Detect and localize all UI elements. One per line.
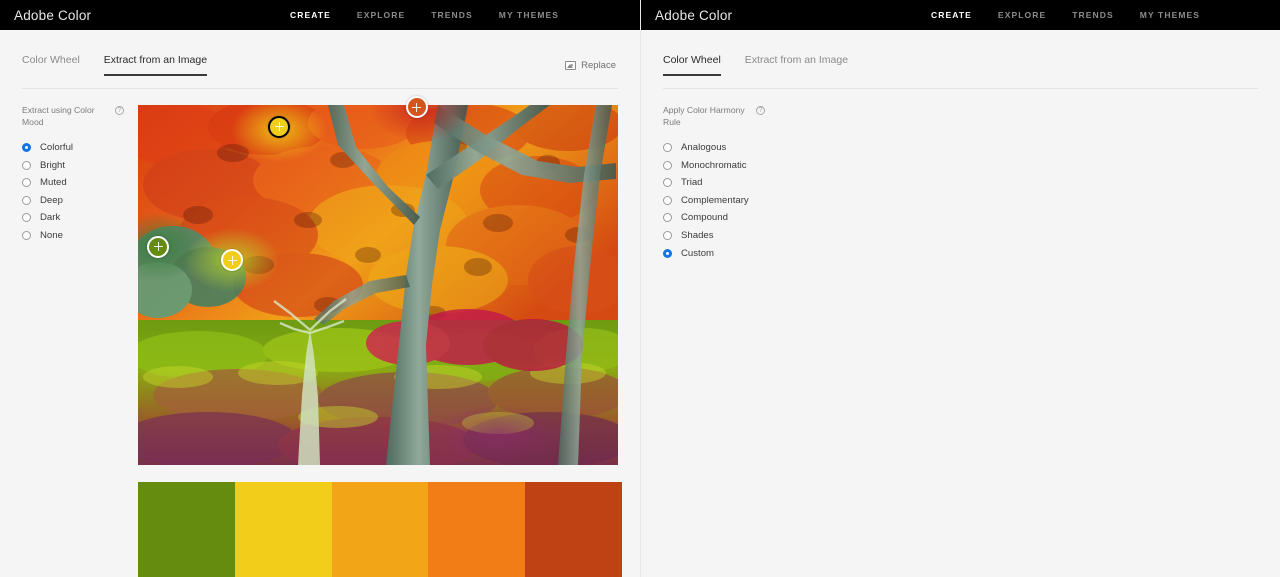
left-tabs-divider	[22, 88, 618, 89]
left-tabs-row: Color Wheel Extract from an Image	[0, 54, 640, 89]
rule-option-custom[interactable]: Custom	[663, 248, 783, 259]
radio-icon-monochromatic	[663, 160, 672, 170]
mood-label-bright: Bright	[40, 159, 66, 171]
rule-option-compound[interactable]: Compound	[663, 212, 783, 223]
left-palette-strip	[138, 482, 622, 577]
left-swatch-3[interactable]	[331, 482, 429, 577]
mood-label-deep: Deep	[40, 194, 63, 206]
photo-marker-4[interactable]	[221, 249, 244, 272]
mood-label-none: None	[40, 229, 63, 241]
rule-label-complementary: Complementary	[681, 194, 749, 206]
right-pane: Adobe Color CREATE EXPLORE TRENDS MY THE…	[640, 0, 1280, 577]
rule-option-monochromatic[interactable]: Monochromatic	[663, 160, 783, 171]
radio-icon-analogous	[663, 143, 672, 152]
right-tabs-divider	[663, 88, 1258, 89]
left-swatch-2[interactable]	[234, 482, 332, 577]
left-pane: Adobe Color CREATE EXPLORE TRENDS MY THE…	[0, 0, 640, 577]
mood-label-colorful: Colorful	[40, 142, 74, 153]
rule-option-shades[interactable]: Shades	[663, 230, 783, 241]
radio-icon-colorful	[22, 143, 31, 152]
main-nav-left: CREATE EXPLORE TRENDS MY THEMES	[290, 0, 559, 30]
photo-marker-1[interactable]	[405, 96, 428, 119]
radio-icon-muted	[22, 178, 31, 188]
left-topbar: Adobe Color CREATE EXPLORE TRENDS MY THE…	[0, 0, 640, 30]
rule-label-triad: Triad	[681, 177, 703, 189]
radio-icon-none	[22, 230, 31, 240]
radio-icon-bright	[22, 160, 31, 170]
tab-extract-from-image-left[interactable]: Extract from an Image	[103, 54, 208, 76]
mood-option-none[interactable]: None	[22, 230, 142, 241]
radio-icon-dark	[22, 213, 31, 223]
photo-marker-2[interactable]	[268, 115, 291, 138]
left-swatch-1[interactable]	[138, 482, 235, 577]
rule-label-shades: Shades	[681, 229, 714, 241]
app-brand-left[interactable]: Adobe Color	[14, 8, 91, 23]
radio-icon-triad	[663, 178, 672, 188]
nav-trends-right[interactable]: TRENDS	[1072, 10, 1114, 20]
nav-create-right[interactable]: CREATE	[931, 10, 972, 20]
help-icon-harmony[interactable]: ?	[756, 106, 765, 115]
image-icon	[565, 61, 577, 70]
photo-marker-3[interactable]	[147, 235, 170, 258]
extract-mood-block: Extract using Color Mood ? Colorful Brig…	[22, 104, 142, 241]
right-topbar: Adobe Color CREATE EXPLORE TRENDS MY THE…	[641, 0, 1280, 30]
left-tabs: Color Wheel Extract from an Image	[0, 54, 640, 76]
mood-option-deep[interactable]: Deep	[22, 195, 142, 206]
nav-trends-left[interactable]: TRENDS	[431, 10, 473, 20]
mood-option-bright[interactable]: Bright	[22, 160, 142, 171]
tab-extract-from-image-right[interactable]: Extract from an Image	[745, 54, 848, 76]
rule-label-compound: Compound	[681, 212, 728, 224]
mood-option-muted[interactable]: Muted	[22, 177, 142, 188]
photo-svg	[138, 105, 618, 465]
right-tabs: Color Wheel Extract from an Image	[641, 54, 1280, 76]
nav-explore-left[interactable]: EXPLORE	[357, 10, 405, 20]
replace-button-label: Replace	[581, 60, 616, 71]
rule-option-complementary[interactable]: Complementary	[663, 195, 783, 206]
crosshair-icon-2	[274, 122, 284, 132]
rule-label-monochromatic: Monochromatic	[681, 159, 747, 171]
autumn-forest-photo	[138, 105, 618, 465]
extract-mood-label: Extract using Color Mood	[22, 105, 95, 127]
radio-icon-complementary	[663, 195, 672, 205]
rule-option-analogous[interactable]: Analogous	[663, 142, 783, 153]
nav-explore-right[interactable]: EXPLORE	[998, 10, 1046, 20]
crosshair-icon-3	[153, 242, 163, 252]
tab-color-wheel-right[interactable]: Color Wheel	[663, 54, 721, 76]
crosshair-icon-4	[227, 255, 237, 265]
nav-my-themes-left[interactable]: MY THEMES	[499, 10, 559, 20]
rule-option-triad[interactable]: Triad	[663, 177, 783, 188]
nav-my-themes-right[interactable]: MY THEMES	[1140, 10, 1200, 20]
rule-label-analogous: Analogous	[681, 142, 727, 153]
crosshair-icon-1	[412, 102, 422, 112]
radio-icon-deep	[22, 195, 31, 205]
left-swatch-4[interactable]	[428, 482, 526, 577]
harmony-rule-label: Apply Color Harmony Rule	[663, 105, 745, 127]
mood-label-dark: Dark	[40, 212, 61, 224]
main-nav-right: CREATE EXPLORE TRENDS MY THEMES	[931, 0, 1200, 30]
source-photo-area[interactable]	[138, 96, 618, 465]
app-brand-right[interactable]: Adobe Color	[655, 8, 732, 23]
left-swatch-5[interactable]	[525, 482, 622, 577]
tab-color-wheel-left[interactable]: Color Wheel	[22, 54, 80, 76]
adobe-color-app: Adobe Color CREATE EXPLORE TRENDS MY THE…	[0, 0, 1280, 577]
nav-create-left[interactable]: CREATE	[290, 10, 331, 20]
right-tabs-row: Color Wheel Extract from an Image	[641, 54, 1280, 89]
mood-option-dark[interactable]: Dark	[22, 212, 142, 223]
help-icon-mood[interactable]: ?	[115, 106, 124, 115]
harmony-radio-group: Analogous Monochromatic Triad Complement…	[663, 142, 783, 259]
harmony-rule-block: Apply Color Harmony Rule ? Analogous Mon…	[663, 104, 783, 259]
mood-radio-group: Colorful Bright Muted Deep Dark None	[22, 142, 142, 241]
mood-option-colorful[interactable]: Colorful	[22, 142, 142, 153]
radio-icon-custom	[663, 248, 672, 258]
radio-icon-shades	[663, 230, 672, 240]
mood-label-muted: Muted	[40, 177, 67, 189]
radio-icon-compound	[663, 213, 672, 223]
rule-label-custom: Custom	[681, 247, 715, 259]
replace-button[interactable]: Replace	[565, 60, 616, 71]
